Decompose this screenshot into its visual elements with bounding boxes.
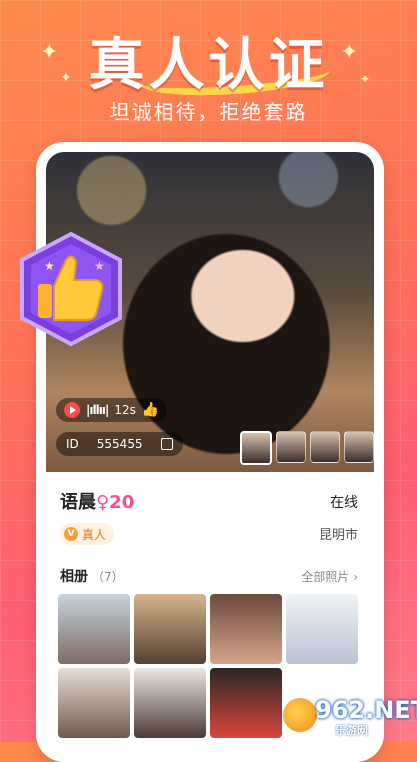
gallery-photo[interactable] [210,594,282,664]
page-subtitle: 坦诚相待，拒绝套路 [109,100,308,124]
page-title: 真人认证 [88,33,329,98]
thumbnail[interactable] [240,431,272,465]
voice-duration: 12s [114,403,136,417]
v-icon: V [64,527,78,541]
verified-thumbs-badge-icon: ★ ★ [16,230,126,348]
verified-badge: V 真人 [60,523,115,545]
thumbs-up-icon[interactable]: 👍 [142,402,159,418]
verified-label: 真人 [82,527,107,542]
id-value: 555455 [96,437,143,451]
voice-intro[interactable]: |ıllıı| 12s 👍 [56,398,168,422]
copy-icon[interactable] [160,438,173,450]
album-count: （7） [92,570,124,584]
thumbnail[interactable] [276,431,306,463]
user-city: 昆明市 [318,528,358,543]
gallery-photo[interactable] [286,594,358,664]
watermark-sub: 乐游网 [335,724,368,737]
gallery-photo[interactable] [58,594,130,664]
user-id: ID 555455 [56,432,183,456]
site-logo-icon [283,698,317,732]
thumbnail[interactable] [344,431,374,463]
album-title: 相册 （7） [60,569,124,585]
user-name: 语晨♀20 [60,492,135,513]
view-all-photos-link[interactable]: 全部照片 › [301,568,358,585]
id-label: ID [66,437,79,451]
gender-age: ♀20 [96,492,135,513]
thumbnail[interactable] [310,431,340,463]
svg-text:★: ★ [44,259,55,273]
waveform-icon: |ıllıı| [86,403,109,417]
gallery-photo[interactable] [134,594,206,664]
play-icon[interactable] [64,402,80,418]
watermark-brand: 962.NET [315,696,417,724]
site-watermark: 962.NET 乐游网 [283,694,417,738]
gallery-photo[interactable] [134,668,206,738]
gallery-photo[interactable] [58,668,130,738]
online-status: 在线 [330,495,358,511]
photo-thumbnails [240,431,374,465]
gallery-photo[interactable] [210,668,282,738]
svg-text:★: ★ [94,259,105,273]
